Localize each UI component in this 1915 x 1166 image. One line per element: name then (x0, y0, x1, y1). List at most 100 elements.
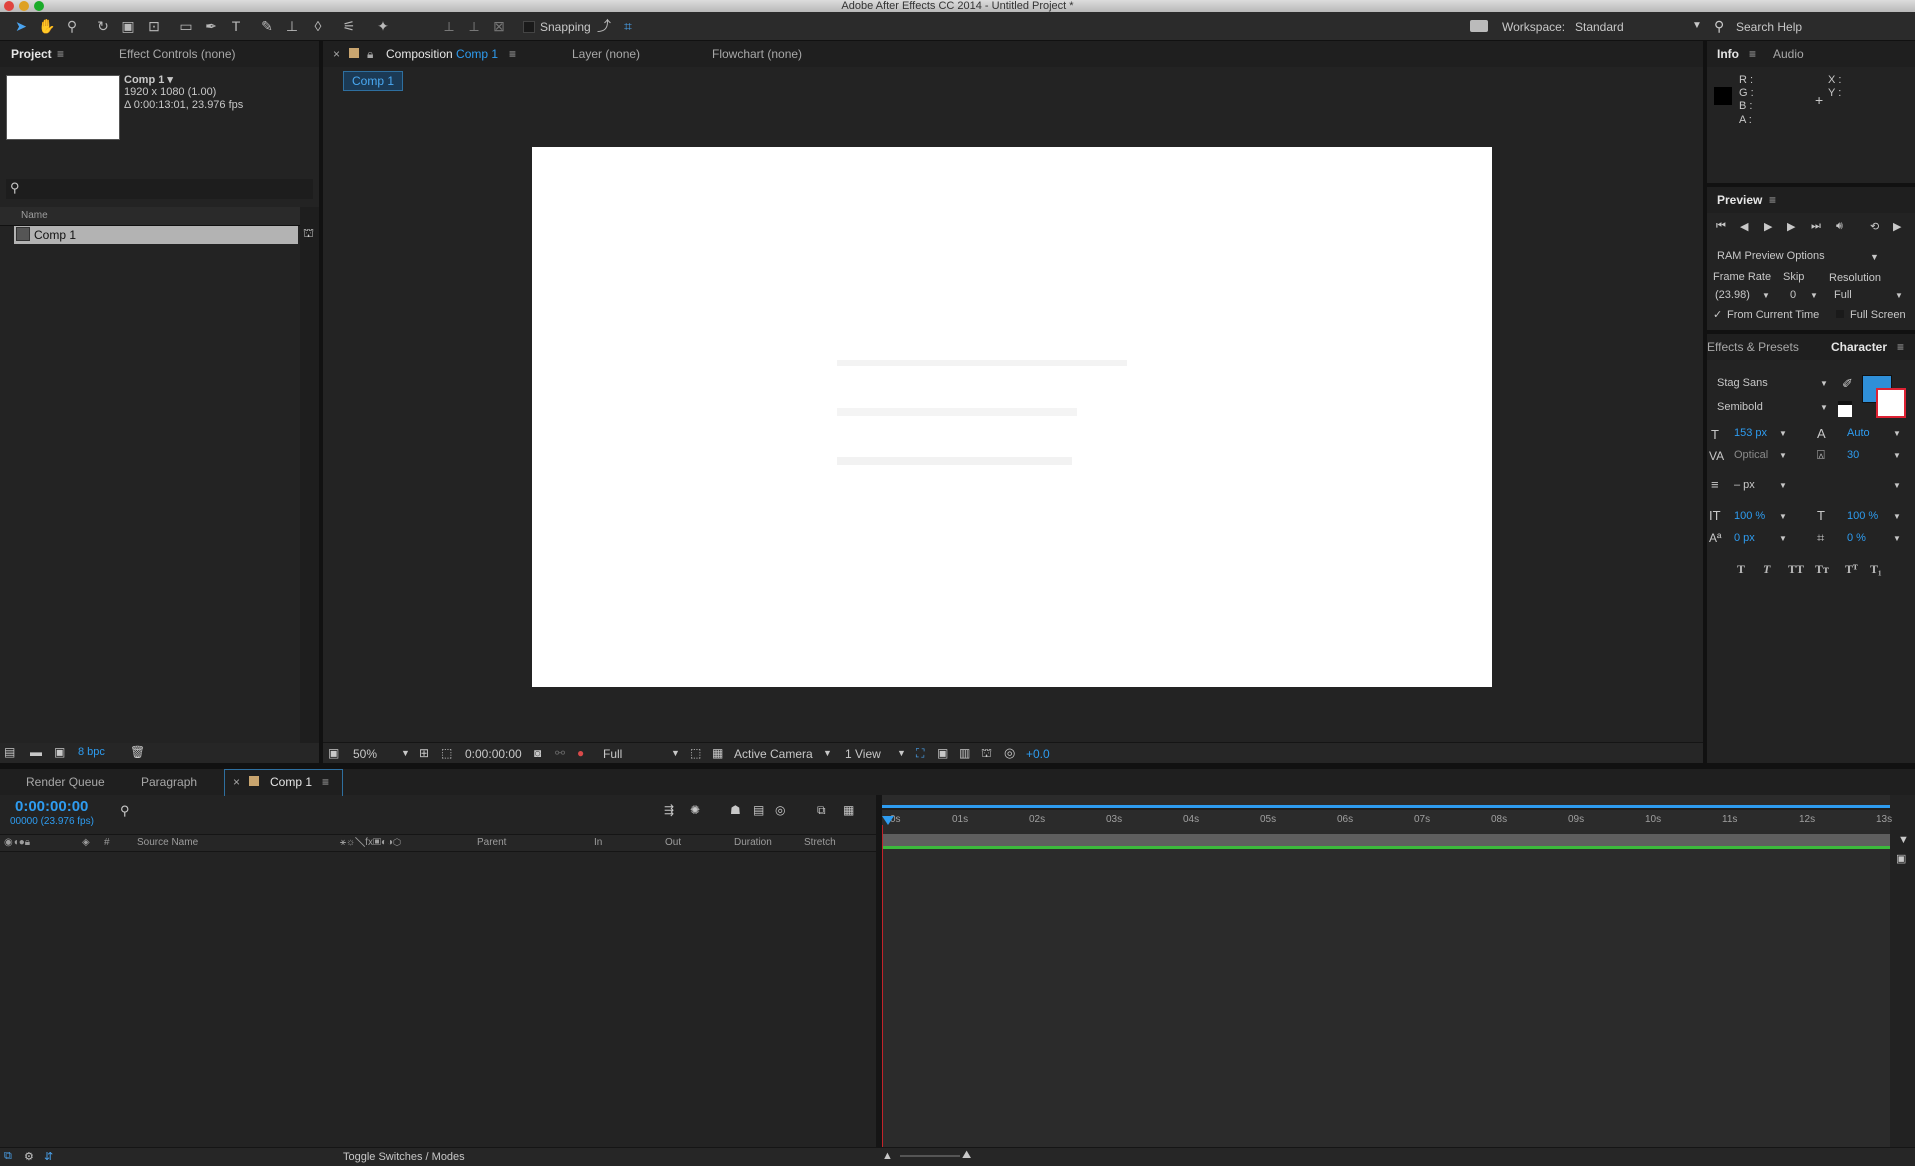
chevron-down-icon[interactable]: ▼ (1893, 534, 1901, 543)
graph-editor-icon[interactable]: ▦ (843, 803, 854, 817)
snapping-checkbox[interactable] (523, 21, 535, 33)
leading-value[interactable]: Auto (1847, 427, 1870, 439)
viewer-timecode[interactable]: 0:00:00:00 (465, 747, 522, 761)
close-tab-icon[interactable]: × (233, 775, 240, 789)
bit-depth-button[interactable]: 8 bpc (78, 746, 105, 758)
exposure-value[interactable]: +0.0 (1026, 747, 1050, 761)
clone-stamp-tool-icon[interactable]: ⊥ (283, 17, 301, 35)
tab-comp[interactable]: Comp 1 (270, 775, 312, 789)
pan-behind-tool-icon[interactable]: ⊡ (145, 17, 163, 35)
chevron-down-icon[interactable]: ▼ (401, 748, 410, 758)
resolution-dropdown[interactable]: Full (603, 747, 622, 761)
font-family-dropdown[interactable]: Stag Sans (1717, 377, 1768, 389)
horizontal-scale-value[interactable]: 100 % (1847, 510, 1878, 522)
project-panel-menu-icon[interactable]: ≡ (57, 47, 64, 61)
info-panel-menu-icon[interactable]: ≡ (1749, 47, 1756, 61)
chevron-down-icon[interactable]: ▼ (1893, 429, 1901, 438)
preview-panel-menu-icon[interactable]: ≡ (1769, 193, 1776, 207)
comp-button-icon[interactable]: ▼ (1898, 834, 1909, 846)
tab-character[interactable]: Character (1831, 340, 1887, 354)
column-out[interactable]: Out (665, 837, 681, 848)
tab-composition[interactable]: Composition Comp 1 (386, 47, 498, 61)
ram-preview-options-dropdown[interactable]: RAM Preview Options (1717, 250, 1825, 262)
interpret-footage-icon[interactable]: ▤ (4, 745, 15, 759)
chevron-down-icon[interactable]: ▼ (1893, 512, 1901, 521)
layer-number-icon[interactable]: # (104, 837, 110, 848)
current-time-indicator-line[interactable] (882, 825, 883, 1147)
baseline-shift-value[interactable]: 0 px (1734, 532, 1755, 544)
font-style-dropdown[interactable]: Semibold (1717, 401, 1763, 413)
loop-icon[interactable]: ⟲ (1870, 220, 1879, 233)
tracking-value[interactable]: 30 (1847, 449, 1859, 461)
world-axis-icon[interactable]: ⟂ (465, 17, 483, 35)
views-dropdown[interactable]: 1 View (845, 747, 881, 761)
rectangle-tool-icon[interactable]: ▭ (177, 17, 195, 35)
tab-flowchart[interactable]: Flowchart (none) (712, 47, 802, 61)
tab-preview[interactable]: Preview (1717, 193, 1762, 207)
previous-frame-icon[interactable]: ◀ (1740, 220, 1748, 233)
work-area-range[interactable] (882, 834, 1890, 846)
column-parent[interactable]: Parent (477, 837, 506, 848)
project-scrollbar[interactable]: ⛫ (300, 207, 319, 757)
mask-visibility-icon[interactable]: ⬚ (441, 746, 452, 760)
chevron-down-icon[interactable]: ▼ (1779, 481, 1787, 490)
tab-effects-presets[interactable]: Effects & Presets (1707, 340, 1799, 354)
show-snapshot-icon[interactable]: ⚯ (555, 746, 565, 760)
composition-panel-menu-icon[interactable]: ≡ (509, 47, 516, 61)
snapshot-icon[interactable]: ◙ (534, 746, 541, 760)
new-composition-icon[interactable]: ▣ (54, 745, 65, 759)
layer-switches-icon[interactable]: ⚹☼╲fx▣◐◑⬡ (340, 837, 401, 848)
skip-dropdown[interactable]: 0 (1790, 289, 1796, 301)
work-area-bar[interactable] (882, 805, 1890, 808)
chevron-down-icon[interactable]: ▼ (671, 748, 680, 758)
black-white-swatch[interactable] (1838, 401, 1852, 417)
from-current-checkbox[interactable]: ✓ (1713, 308, 1722, 321)
vertical-scale-value[interactable]: 100 % (1734, 510, 1765, 522)
faux-bold-icon[interactable]: T (1737, 562, 1745, 577)
tab-render-queue[interactable]: Render Queue (26, 775, 105, 789)
zoom-tool-icon[interactable]: ⚲ (63, 17, 81, 35)
hide-shy-layers-icon[interactable]: ☗ (730, 803, 741, 817)
last-frame-icon[interactable]: ⏭ (1811, 220, 1821, 233)
timeline-search-input[interactable]: ⚲ (116, 803, 646, 821)
trash-icon[interactable]: 🗑 (130, 745, 145, 759)
transfer-controls-pane-icon[interactable]: ⚙ (24, 1150, 34, 1163)
play-icon[interactable]: ▶ (1764, 220, 1772, 233)
minimize-window-button[interactable] (19, 1, 29, 11)
flowchart-icon[interactable]: ⛫ (981, 746, 992, 762)
frame-rate-dropdown[interactable]: (23.98) (1715, 289, 1750, 301)
always-preview-icon[interactable]: ▣ (328, 746, 339, 760)
column-stretch[interactable]: Stretch (804, 837, 836, 848)
chevron-down-icon[interactable]: ▼ (1810, 291, 1818, 300)
zoom-window-button[interactable] (34, 1, 44, 11)
chevron-down-icon[interactable]: ▼ (1779, 512, 1787, 521)
brainstorm-icon[interactable]: ⧉ (817, 803, 826, 818)
tab-info[interactable]: Info (1717, 47, 1739, 61)
chevron-down-icon[interactable]: ▼ (1762, 291, 1770, 300)
full-screen-checkbox[interactable] (1836, 310, 1844, 318)
flowchart-icon[interactable]: ⛫ (303, 226, 314, 242)
workspace-dropdown[interactable]: Standard (1575, 20, 1624, 34)
region-of-interest-icon[interactable]: ⬚ (690, 746, 701, 760)
character-panel-menu-icon[interactable]: ≡ (1897, 340, 1904, 354)
in-out-pane-icon[interactable]: ⇵ (44, 1150, 53, 1163)
all-caps-icon[interactable]: TT (1788, 562, 1804, 577)
workspace-chevron-down-icon[interactable]: ▼ (1692, 20, 1702, 31)
chevron-down-icon[interactable]: ▼ (1820, 403, 1828, 412)
transparency-grid-icon[interactable]: ▦ (712, 746, 723, 760)
roto-brush-tool-icon[interactable]: ⚟ (340, 17, 358, 35)
timeline-zoom-slider[interactable] (900, 1155, 960, 1157)
layer-switches-pane-icon[interactable]: ⧉ (4, 1150, 12, 1163)
selection-tool-icon[interactable]: ➤ (12, 17, 30, 35)
brush-tool-icon[interactable]: ✎ (258, 17, 276, 35)
snap-features-icon[interactable]: ⌗ (619, 17, 637, 35)
chevron-down-icon[interactable]: ▼ (1779, 451, 1787, 460)
next-frame-icon[interactable]: ▶ (1787, 220, 1795, 233)
label-icon[interactable]: ◈ (82, 837, 90, 848)
motion-blur-icon[interactable]: ◎ (775, 803, 785, 817)
time-navigator[interactable] (882, 805, 1890, 810)
tsume-value[interactable]: 0 % (1847, 532, 1866, 544)
composition-canvas[interactable] (532, 147, 1492, 687)
eraser-tool-icon[interactable]: ◊ (309, 17, 327, 35)
tab-audio[interactable]: Audio (1773, 47, 1804, 61)
